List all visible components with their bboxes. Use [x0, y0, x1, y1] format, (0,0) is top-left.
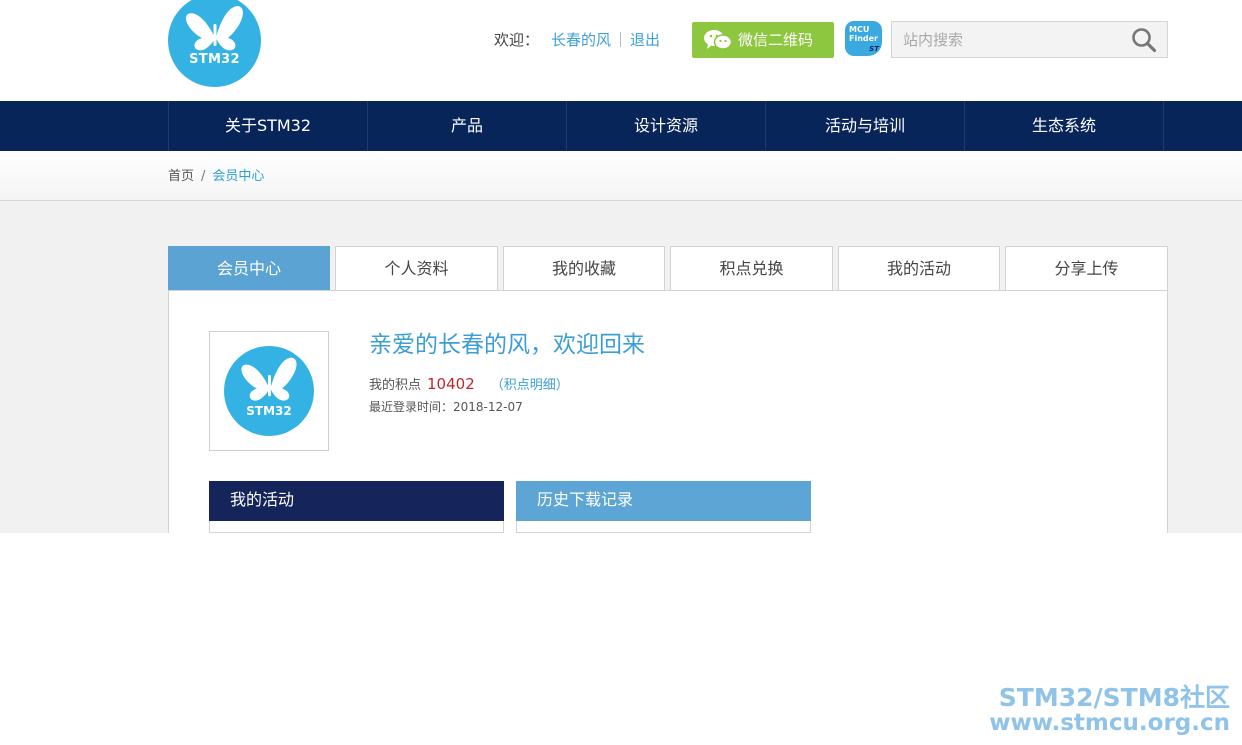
download-history-box: [516, 521, 811, 533]
nav-item-events-training[interactable]: 活动与培训: [765, 101, 964, 151]
search-icon[interactable]: [1131, 27, 1157, 53]
my-activities-box: [209, 521, 504, 533]
wechat-qrcode-button[interactable]: 微信二维码: [692, 22, 834, 58]
avatar-logo: STM32: [224, 346, 314, 436]
points-line: 我的积点 10402 （积点明细）: [369, 375, 569, 395]
stm32-logo[interactable]: STM32: [168, 0, 261, 87]
wechat-button-label: 微信二维码: [738, 31, 814, 49]
mcu-finder-line1: MCU: [849, 25, 870, 34]
download-history-header: 历史下载记录: [516, 481, 811, 521]
breadcrumb-home[interactable]: 首页: [168, 169, 194, 184]
butterfly-icon: [241, 357, 297, 401]
avatar[interactable]: STM32: [209, 331, 329, 451]
welcome-bar: 欢迎： 长春的风 退出: [494, 30, 660, 50]
greeting-heading: 亲爱的长春的风，欢迎回来: [369, 332, 645, 358]
main-nav: 关于STM32 产品 设计资源 活动与培训 生态系统: [0, 101, 1242, 151]
search-input[interactable]: [892, 22, 1133, 57]
mcu-finder-icon[interactable]: MCU Finder ST: [845, 21, 882, 56]
butterfly-icon: [185, 6, 243, 51]
username-link[interactable]: 长春的风: [551, 31, 611, 49]
logo-text: STM32: [189, 52, 240, 67]
watermark-title: STM32/STM8社区: [998, 683, 1230, 712]
st-brand-mark: ST: [869, 45, 879, 53]
tab-my-activities[interactable]: 我的活动: [838, 246, 1000, 291]
divider: [620, 32, 622, 47]
tab-share-upload[interactable]: 分享上传: [1005, 246, 1168, 291]
points-value: 10402: [427, 375, 475, 393]
tab-profile[interactable]: 个人资料: [335, 246, 498, 291]
breadcrumb-current[interactable]: 会员中心: [212, 169, 264, 184]
points-label: 我的积点: [369, 378, 422, 393]
mcu-finder-line2: Finder: [849, 34, 878, 43]
nav-item-ecosystem[interactable]: 生态系统: [964, 101, 1163, 151]
points-detail-link[interactable]: （积点明细）: [491, 378, 569, 393]
nav-item-about[interactable]: 关于STM32: [168, 101, 367, 151]
welcome-label: 欢迎：: [494, 31, 540, 49]
avatar-text: STM32: [246, 404, 292, 418]
nav-divider: [1163, 101, 1164, 151]
my-activities-header: 我的活动: [209, 481, 504, 521]
nav-item-design-resources[interactable]: 设计资源: [566, 101, 765, 151]
breadcrumb-separator: /: [201, 169, 206, 184]
tab-points-exchange[interactable]: 积点兑换: [670, 246, 833, 291]
watermark-url: www.stmcu.org.cn: [989, 710, 1230, 736]
last-login-time: 最近登录时间：2018-12-07: [369, 400, 523, 414]
site-search: [891, 21, 1168, 58]
tab-favorites[interactable]: 我的收藏: [503, 246, 665, 291]
nav-item-products[interactable]: 产品: [367, 101, 566, 151]
tab-member-center[interactable]: 会员中心: [168, 246, 330, 291]
wechat-icon: [704, 30, 732, 50]
breadcrumb: 首页 / 会员中心: [168, 168, 264, 186]
logout-link[interactable]: 退出: [630, 31, 660, 49]
